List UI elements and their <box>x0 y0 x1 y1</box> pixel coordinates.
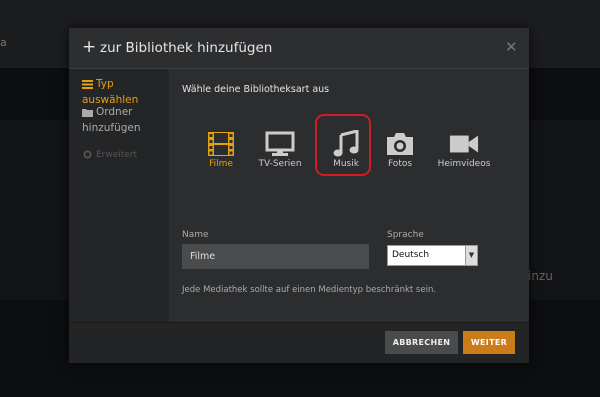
background-left-text: a <box>0 36 7 49</box>
next-button[interactable]: WEITER <box>463 331 515 354</box>
language-label: Sprache <box>387 230 424 240</box>
library-type-tv-shows[interactable]: TV-Serien <box>250 129 310 179</box>
library-type-photos[interactable]: Fotos <box>370 129 430 179</box>
language-select-value: Deutsch <box>392 250 430 260</box>
name-label: Name <box>182 230 209 240</box>
library-type-heading: Wähle deine Bibliotheksart aus <box>182 84 330 95</box>
sidebar-item-folder[interactable]: Ordner hinzufügen <box>82 104 166 136</box>
folder-icon <box>82 108 93 117</box>
library-type-label: Fotos <box>387 159 413 169</box>
name-field[interactable]: Filme <box>182 244 369 269</box>
plus-icon: + <box>82 37 97 57</box>
close-icon[interactable]: ✕ <box>505 38 518 56</box>
media-type-hint: Jede Mediathek sollte auf einen Medienty… <box>182 285 437 295</box>
background-right-text: inzu <box>528 269 553 283</box>
chevron-down-icon: ▼ <box>465 246 477 265</box>
library-type-label: TV-Serien <box>258 159 302 169</box>
gear-icon <box>83 150 92 159</box>
library-type-label: Musik <box>333 159 359 169</box>
cancel-button[interactable]: ABBRECHEN <box>385 331 458 354</box>
video-camera-icon <box>449 135 479 153</box>
dialog-title: zur Bibliothek hinzufügen <box>100 40 273 56</box>
dialog-footer: ABBRECHEN WEITER <box>69 322 529 363</box>
sidebar-item-advanced[interactable]: Erweitert <box>82 147 137 163</box>
dialog-content: Wähle deine Bibliotheksart aus Filme TV-… <box>169 69 529 322</box>
film-icon <box>208 132 234 156</box>
camera-icon <box>387 133 413 155</box>
dialog-header: + zur Bibliothek hinzufügen ✕ <box>69 28 529 69</box>
sidebar-item-label: Erweitert <box>96 150 138 160</box>
library-type-label: Heimvideos <box>437 159 491 169</box>
library-icon <box>82 79 93 89</box>
library-type-label: Filme <box>209 159 233 169</box>
dialog-sidebar: Typ auswählen Ordner hinzufügen Erweiter… <box>69 69 169 322</box>
library-type-music[interactable]: Musik <box>316 129 376 179</box>
music-icon <box>333 130 359 157</box>
library-type-movies[interactable]: Filme <box>191 129 251 179</box>
language-select[interactable]: Deutsch ▼ <box>387 245 478 266</box>
tv-icon <box>265 131 295 156</box>
library-type-home-videos[interactable]: Heimvideos <box>434 129 494 179</box>
add-library-dialog: + zur Bibliothek hinzufügen ✕ Typ auswäh… <box>69 28 529 363</box>
